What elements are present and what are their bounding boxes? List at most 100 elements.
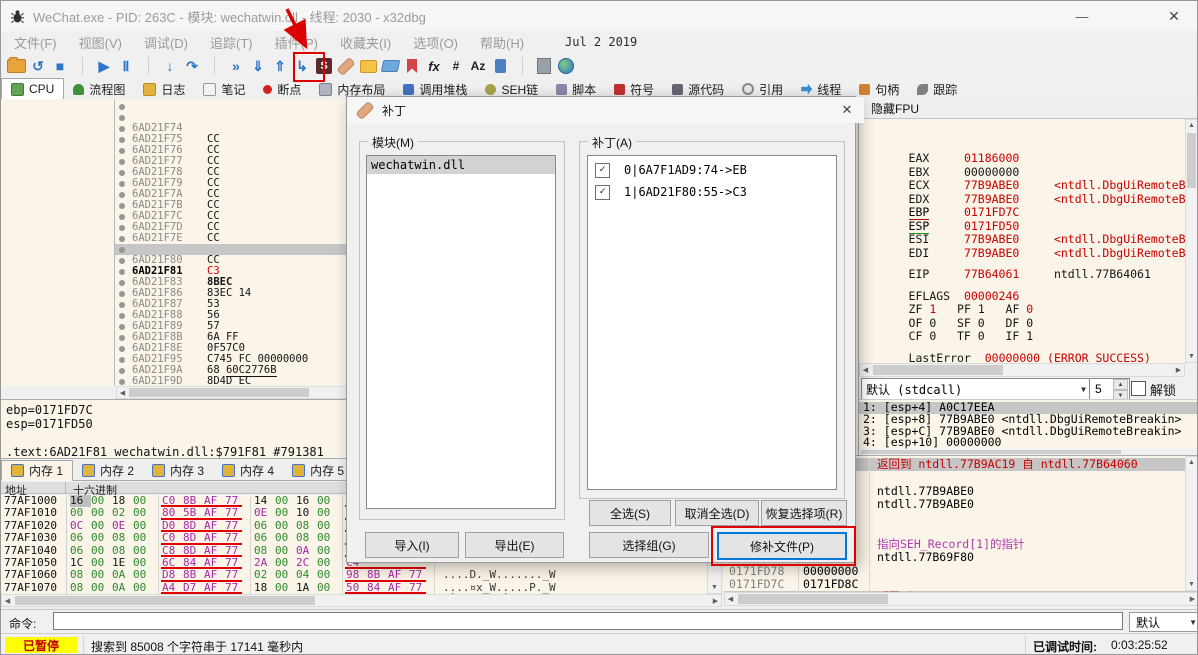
- breakpoint-dot-icon[interactable]: [119, 290, 125, 297]
- tab-dump-1[interactable]: 内存 1: [1, 460, 74, 481]
- breakpoint-dot-icon[interactable]: [119, 323, 125, 330]
- step-over-icon[interactable]: ↷: [181, 54, 203, 78]
- scroll-right-icon[interactable]: ▶: [710, 595, 721, 606]
- calculator-icon[interactable]: [533, 54, 555, 78]
- module-list-item[interactable]: wechatwin.dll: [367, 156, 555, 174]
- scroll-left-icon[interactable]: ◀: [860, 364, 871, 375]
- breakpoint-dot-icon[interactable]: [119, 191, 125, 198]
- scroll-left-icon[interactable]: ◀: [2, 595, 13, 606]
- scroll-right-icon[interactable]: ▶: [1173, 364, 1184, 375]
- breakpoint-dot-icon[interactable]: [119, 224, 125, 231]
- tab-dump-2[interactable]: 内存 2: [73, 461, 143, 480]
- menu-trace[interactable]: 追踪(T): [199, 30, 264, 55]
- tab-notes[interactable]: 笔记: [194, 79, 254, 99]
- restore-selection-button[interactable]: 恢复选择项(R): [761, 500, 847, 526]
- function-icon[interactable]: fx: [423, 54, 445, 78]
- tab-trace[interactable]: 跟踪: [908, 79, 966, 99]
- breakpoint-dot-icon[interactable]: [119, 125, 125, 132]
- close-button[interactable]: ✕: [1151, 1, 1197, 31]
- breakpoint-dot-icon[interactable]: [119, 103, 125, 110]
- breakpoint-dot-icon[interactable]: [119, 180, 125, 187]
- scroll-thumb[interactable]: [861, 450, 1121, 454]
- breakpoint-dot-icon[interactable]: [119, 169, 125, 176]
- tab-dump-3[interactable]: 内存 3: [143, 461, 213, 480]
- hash-icon[interactable]: #: [445, 54, 467, 78]
- dump-horizontal-scrollbar[interactable]: ◀ ▶: [1, 594, 722, 607]
- breakpoint-dot-icon[interactable]: [119, 345, 125, 352]
- scroll-up-icon[interactable]: ▲: [1186, 120, 1197, 131]
- az-icon[interactable]: Az: [467, 54, 489, 78]
- breakpoint-dot-icon[interactable]: [119, 257, 125, 264]
- scroll-thumb[interactable]: [873, 365, 1003, 375]
- breakpoint-dot-icon[interactable]: [119, 246, 125, 253]
- argument-row[interactable]: 4: [esp+10] 00000000: [859, 437, 1197, 449]
- scroll-thumb[interactable]: [1187, 133, 1196, 188]
- patch-list-item[interactable]: ✓ 1|6AD21F80:55->C3: [588, 181, 836, 203]
- export-button[interactable]: 导出(E): [465, 532, 564, 558]
- args-count-stepper[interactable]: 5 ▲ ▼: [1089, 378, 1130, 401]
- breakpoint-dot-icon[interactable]: [119, 268, 125, 275]
- breakpoint-dot-icon[interactable]: [119, 114, 125, 121]
- command-profile-select[interactable]: 默认 ▼: [1129, 612, 1197, 632]
- breakpoint-dot-icon[interactable]: [119, 202, 125, 209]
- menu-options[interactable]: 选项(O): [402, 30, 469, 55]
- scroll-thumb[interactable]: [15, 596, 315, 605]
- phone-icon[interactable]: [489, 54, 511, 78]
- calling-convention-select[interactable]: 默认 (stdcall) ▼: [861, 378, 1091, 400]
- menu-favourites[interactable]: 收藏夹(I): [329, 30, 402, 55]
- scroll-left-icon[interactable]: ◀: [117, 387, 128, 398]
- registers-horizontal-scrollbar[interactable]: ◀ ▶: [859, 363, 1185, 377]
- comment-icon[interactable]: [357, 54, 379, 78]
- bookmark-icon[interactable]: [401, 54, 423, 78]
- run-to-cursor-icon[interactable]: »: [225, 54, 247, 78]
- patch-icon[interactable]: [335, 54, 357, 78]
- select-all-button[interactable]: 全选(S): [589, 500, 671, 526]
- minimize-button[interactable]: —: [1059, 1, 1105, 31]
- execute-till-return-icon[interactable]: ⇑: [269, 54, 291, 78]
- tab-cpu[interactable]: CPU: [1, 78, 65, 100]
- registers-view[interactable]: EAX 01186000 EBX 00000000 ECX 77B9ABE0 <…: [859, 119, 1185, 363]
- stack-vertical-scrollbar[interactable]: ▲ ▼: [1185, 456, 1197, 591]
- stop-icon[interactable]: ■: [49, 54, 71, 78]
- menu-debug[interactable]: 调试(D): [133, 30, 199, 55]
- label-icon[interactable]: [379, 54, 401, 78]
- tab-graph[interactable]: 流程图: [64, 79, 134, 99]
- breakpoint-dot-icon[interactable]: [119, 235, 125, 242]
- menu-view[interactable]: 视图(V): [68, 30, 133, 55]
- menu-file[interactable]: 文件(F): [3, 30, 68, 55]
- breakpoint-dot-icon[interactable]: [119, 158, 125, 165]
- scroll-thumb[interactable]: [738, 594, 888, 604]
- dialog-title-bar[interactable]: 补丁 ✕: [347, 97, 864, 123]
- breakpoint-dot-icon[interactable]: [119, 312, 125, 319]
- scroll-left-icon[interactable]: ◀: [725, 593, 736, 604]
- separator[interactable]: [71, 54, 93, 78]
- arguments-view[interactable]: 1: [esp+4] A0C17EEA 2: [esp+8] 77B9ABE0 <…: [859, 399, 1197, 449]
- scroll-thumb[interactable]: [129, 388, 309, 397]
- run-icon[interactable]: ▶: [93, 54, 115, 78]
- step-out-icon[interactable]: ⇓: [247, 54, 269, 78]
- deselect-all-button[interactable]: 取消全选(D): [675, 500, 759, 526]
- stack-row[interactable]: 0171FD7C 0171FD8C: [724, 577, 1197, 592]
- menu-help[interactable]: 帮助(H): [469, 30, 535, 55]
- separator[interactable]: [137, 54, 159, 78]
- hide-fpu-button[interactable]: 隐藏FPU: [859, 99, 1197, 119]
- breakpoint-dot-icon[interactable]: [119, 136, 125, 143]
- scroll-down-icon[interactable]: ▼: [1186, 351, 1197, 362]
- stack-row[interactable]: 0171FD78 00000000: [724, 564, 1197, 578]
- scroll-right-icon[interactable]: ▶: [1187, 593, 1197, 604]
- breakpoint-dot-icon[interactable]: [119, 213, 125, 220]
- separator[interactable]: [203, 54, 225, 78]
- breakpoint-dot-icon[interactable]: [119, 147, 125, 154]
- dialog-close-icon[interactable]: ✕: [838, 101, 856, 119]
- breakpoint-dot-icon[interactable]: [119, 367, 125, 374]
- patch-list[interactable]: ✓ 0|6A7F1AD9:74->EB ✓ 1|6AD21F80:55->C3: [587, 155, 837, 490]
- unlock-checkbox[interactable]: [1131, 381, 1146, 396]
- patch-checkbox[interactable]: ✓: [595, 184, 610, 200]
- breakpoint-dot-icon[interactable]: [119, 279, 125, 286]
- register-line[interactable]: EAX 01186000: [867, 125, 1185, 165]
- scroll-down-icon[interactable]: ▼: [1186, 579, 1197, 590]
- select-group-button[interactable]: 选择组(G): [589, 532, 709, 558]
- globe-icon[interactable]: [555, 54, 577, 78]
- tab-log[interactable]: 日志: [134, 79, 194, 99]
- memory-row[interactable]: 77AF1060 08 00 0A 00 D8 8B AF 77 02 00 04 00 98 8B AF 77…: [1, 568, 707, 583]
